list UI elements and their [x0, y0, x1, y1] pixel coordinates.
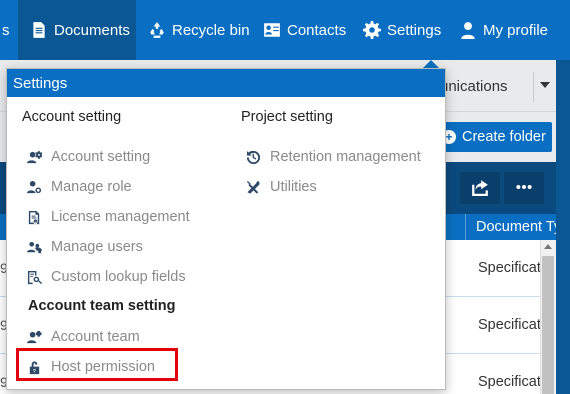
menu-item-manage-role[interactable]: Manage role — [26, 176, 132, 198]
recycle-icon — [148, 21, 166, 39]
column-header-document-type[interactable]: Document Ty — [476, 219, 561, 235]
menu-item-license-management[interactable]: License management — [26, 206, 190, 228]
menu-item-manage-users[interactable]: Manage users — [26, 236, 143, 258]
table-cell-document-type: Specificat — [478, 260, 541, 276]
section-title-account-team-setting: Account team setting — [28, 298, 176, 314]
user-icon — [459, 21, 477, 39]
host-permission-highlight — [16, 348, 178, 381]
create-folder-button[interactable]: + Create folder — [434, 122, 552, 152]
tab-divider — [533, 72, 534, 102]
column-divider[interactable] — [465, 214, 466, 240]
nav-item-label: My profile — [483, 21, 549, 39]
user-role-icon — [26, 179, 42, 195]
menu-item-label: Account setting — [51, 149, 151, 165]
scrollbar-thumb[interactable] — [542, 256, 554, 394]
nav-item-settings[interactable]: Settings — [363, 0, 441, 60]
menu-item-label: Manage role — [51, 179, 132, 195]
document-icon — [30, 21, 48, 39]
section-title-account-setting: Account setting — [22, 109, 122, 125]
create-folder-label: Create folder — [462, 129, 546, 145]
section-title-project-setting: Project setting — [241, 109, 333, 125]
share-button[interactable] — [460, 172, 500, 204]
menu-item-retention-management[interactable]: Retention management — [245, 146, 421, 168]
license-icon — [26, 209, 42, 225]
side-panel-edge — [556, 60, 570, 394]
menu-item-label: Manage users — [51, 239, 143, 255]
menu-item-label: Account team — [51, 329, 140, 345]
tab-label: unications — [440, 77, 508, 95]
scroll-up-arrow-icon[interactable] — [544, 244, 552, 249]
more-dots-icon — [515, 178, 533, 199]
tab-communications[interactable]: unications — [440, 60, 508, 112]
share-icon — [471, 178, 489, 199]
nav-item-label: Contacts — [287, 21, 347, 39]
retention-icon — [245, 149, 261, 165]
settings-dropdown: Settings Account setting Project setting… — [6, 68, 446, 390]
contact-card-icon — [263, 21, 281, 39]
menu-item-label: Custom lookup fields — [51, 269, 186, 285]
menu-item-account-setting[interactable]: Account setting — [26, 146, 150, 168]
tools-icon — [245, 179, 261, 195]
nav-item-label: s — [2, 21, 10, 39]
top-navigation: s Documents Recycle bin Contacts Setting… — [0, 0, 570, 60]
nav-item-recycle-bin[interactable]: Recycle bin — [148, 0, 250, 60]
nav-item-label: Settings — [387, 21, 442, 39]
team-icon — [26, 329, 42, 345]
menu-item-custom-lookup-fields[interactable]: Custom lookup fields — [26, 266, 186, 288]
more-options-button[interactable] — [504, 172, 544, 204]
menu-item-label: Retention management — [270, 149, 421, 165]
table-cell-document-type: Specificat — [478, 374, 541, 390]
user-gear-icon — [26, 149, 42, 165]
gear-icon — [363, 21, 381, 39]
menu-item-utilities[interactable]: Utilities — [245, 176, 317, 198]
nav-item-contacts[interactable]: Contacts — [263, 0, 346, 60]
menu-item-label: License management — [51, 209, 190, 225]
menu-item-label: Utilities — [270, 179, 317, 195]
table-cell-document-type: Specificat — [478, 317, 541, 333]
nav-item-truncated[interactable]: s — [0, 0, 18, 60]
menu-item-account-team[interactable]: Account team — [26, 326, 140, 348]
nav-item-documents[interactable]: Documents — [18, 0, 136, 60]
users-icon — [26, 239, 42, 255]
nav-item-label: Documents — [54, 21, 130, 39]
tab-dropdown-caret-icon[interactable] — [540, 82, 550, 88]
lookup-icon — [26, 269, 42, 285]
nav-item-label: Recycle bin — [172, 21, 250, 39]
nav-item-my-profile[interactable]: My profile — [459, 0, 548, 60]
settings-dropdown-title: Settings — [7, 69, 445, 97]
